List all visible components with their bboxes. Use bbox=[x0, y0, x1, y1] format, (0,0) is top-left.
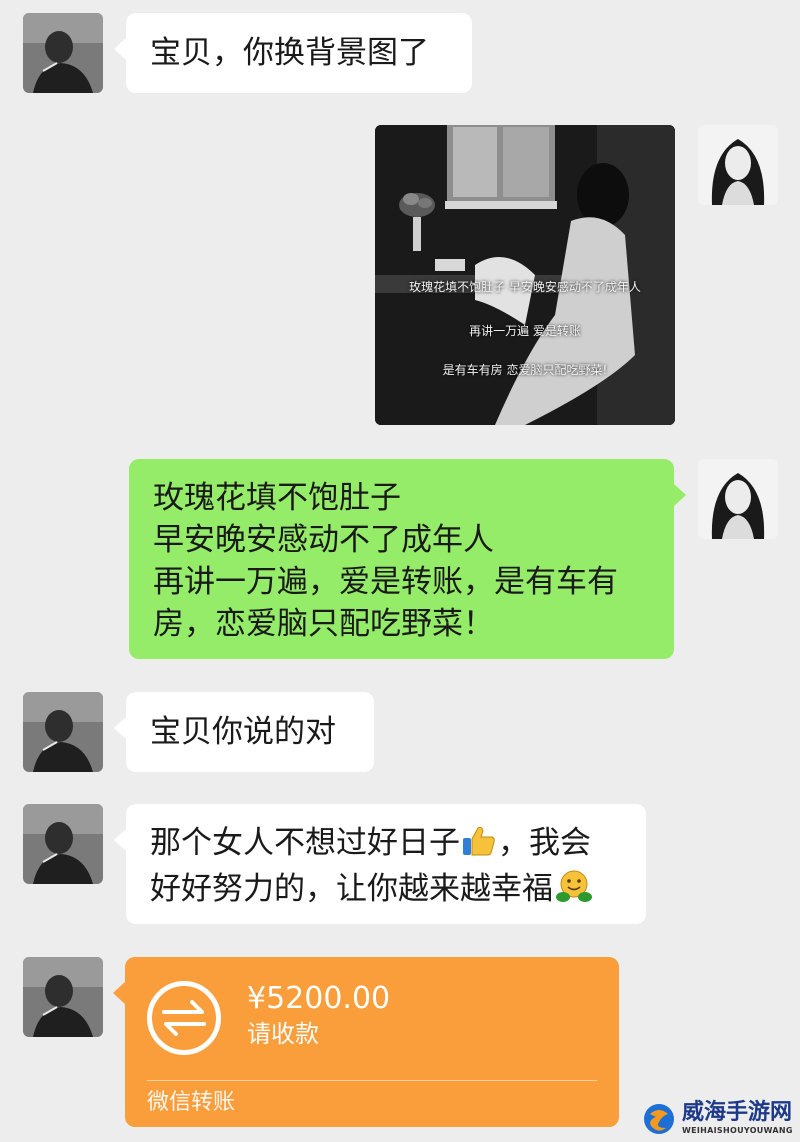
message-text-line: 早安晚安感动不了成年人 bbox=[153, 522, 494, 558]
message-text-line: 玫瑰花填不饱肚子 bbox=[153, 480, 401, 516]
image-caption-line: 是有车有房 恋爱脑只配吃野菜! bbox=[442, 363, 608, 377]
my-avatar[interactable] bbox=[698, 125, 778, 205]
my-avatar[interactable] bbox=[698, 459, 778, 539]
watermark-title: 威海手游网 bbox=[682, 1100, 793, 1125]
contact-avatar[interactable] bbox=[23, 957, 103, 1037]
message-text: 宝贝你说的对 bbox=[150, 714, 336, 750]
image-caption-line: 玫瑰花填不饱肚子 早安晚安感动不了成年人 bbox=[409, 280, 641, 294]
message-text: ，我会 bbox=[498, 825, 591, 861]
message-bubble[interactable]: 那个女人不想过好日子 ，我会 好好努力的，让你越来越幸福 bbox=[114, 804, 646, 924]
watermark-logo-icon bbox=[644, 1104, 674, 1134]
message-bubble[interactable]: 宝贝，你换背景图了 bbox=[114, 13, 472, 93]
watermark: 威海手游网 WEIHAISHOUYOUWANG bbox=[642, 1098, 800, 1142]
thumbs-up-emoji bbox=[462, 825, 496, 868]
contact-avatar[interactable] bbox=[23, 13, 103, 93]
transfer-amount: ¥5200.00 bbox=[247, 981, 391, 1016]
message-text-line: 那个女人不想过好日子 ，我会 bbox=[150, 822, 622, 868]
transfer-footer-label: 微信转账 bbox=[147, 1090, 236, 1115]
sent-image[interactable]: 玫瑰花填不饱肚子 早安晚安感动不了成年人 再讲一万遍 爱是转账 是有车有房 恋爱… bbox=[375, 125, 675, 425]
message-text-line: 好好努力的，让你越来越幸福 bbox=[150, 868, 622, 914]
message-bubble[interactable]: 宝贝你说的对 bbox=[114, 692, 374, 772]
divider bbox=[147, 1080, 597, 1081]
message-text: 宝贝，你换背景图了 bbox=[150, 35, 429, 71]
message-text-line: 房，恋爱脑只配吃野菜！ bbox=[153, 606, 494, 642]
transfer-arrows-icon bbox=[147, 981, 221, 1055]
hug-face-emoji bbox=[555, 869, 593, 914]
contact-avatar[interactable] bbox=[23, 692, 103, 772]
contact-avatar[interactable] bbox=[23, 804, 103, 884]
message-text-line: 再讲一万遍，爱是转账，是有车有 bbox=[153, 564, 618, 600]
message-bubble[interactable]: 玫瑰花填不饱肚子 早安晚安感动不了成年人 再讲一万遍，爱是转账，是有车有 房，恋… bbox=[129, 459, 686, 659]
message-text: 好好努力的，让你越来越幸福 bbox=[150, 871, 553, 907]
transfer-status: 请收款 bbox=[247, 1020, 319, 1048]
message-text: 那个女人不想过好日子 bbox=[150, 825, 460, 861]
watermark-subtitle: WEIHAISHOUYOUWANG bbox=[682, 1126, 793, 1135]
transfer-card[interactable]: ¥5200.00 请收款 微信转账 bbox=[113, 957, 619, 1127]
image-caption-line: 再讲一万遍 爱是转账 bbox=[469, 324, 581, 338]
